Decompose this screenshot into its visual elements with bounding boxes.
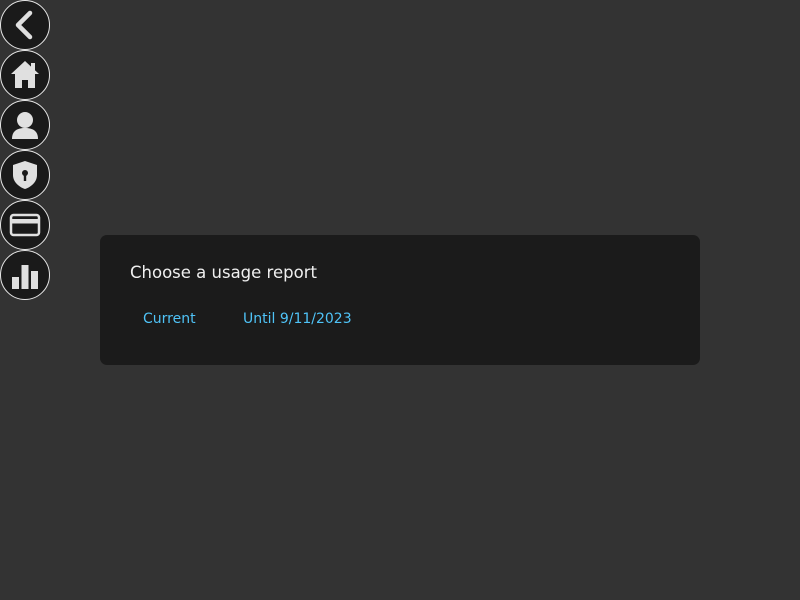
profile-button[interactable] [0,100,50,150]
security-button[interactable] [0,150,50,200]
bar-chart-icon [12,265,38,289]
billing-button[interactable] [0,200,50,250]
shield-icon [13,161,37,189]
dialog-title: Choose a usage report [130,263,317,282]
user-icon [12,112,38,139]
back-button[interactable] [0,0,50,50]
usage-report-dialog: Choose a usage report Current Until 9/11… [100,235,700,365]
usage-button[interactable] [0,250,50,300]
current-report-button[interactable]: Current [130,307,209,331]
until-date-report-button[interactable]: Until 9/11/2023 [230,307,365,331]
home-button[interactable] [0,50,50,100]
chevron-left-icon [15,10,33,40]
home-icon [11,61,39,88]
credit-card-icon [9,213,41,237]
